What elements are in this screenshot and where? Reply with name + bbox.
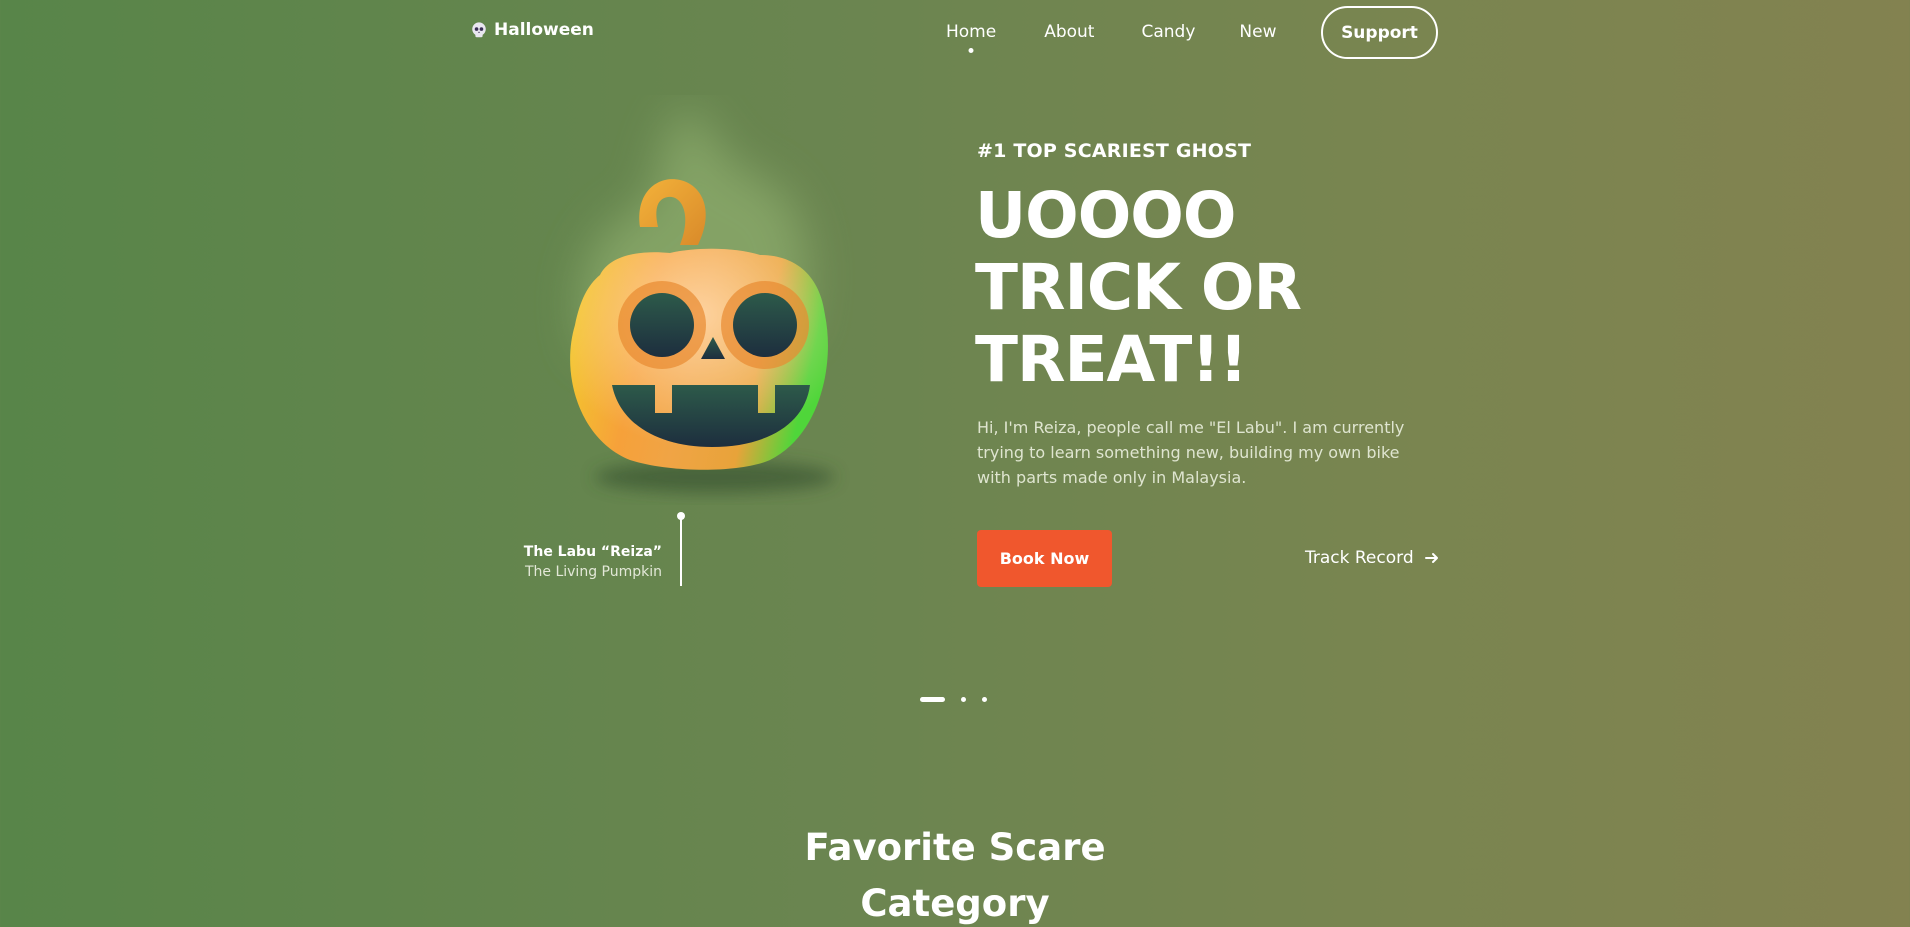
hero-headline: UOOOO TRICK OR TREAT!! bbox=[975, 179, 1302, 396]
skull-icon bbox=[472, 22, 486, 38]
track-record-label: Track Record bbox=[1305, 548, 1414, 568]
caption-subtitle: The Living Pumpkin bbox=[524, 564, 662, 580]
headline-line-1: UOOOO bbox=[975, 179, 1236, 252]
logo-text: Halloween bbox=[494, 20, 594, 40]
hero-image bbox=[520, 95, 880, 505]
top-navbar: Halloween Home About Candy New Support bbox=[0, 0, 1910, 64]
hero-kicker: #1 TOP SCARIEST GHOST bbox=[977, 140, 1252, 162]
section-title-line-1: Favorite Scare bbox=[804, 826, 1106, 869]
section-title-line-2: Category bbox=[860, 882, 1050, 925]
support-button[interactable]: Support bbox=[1321, 6, 1438, 59]
track-record-link[interactable]: Track Record bbox=[1305, 548, 1440, 568]
caption-pointer-line bbox=[680, 516, 682, 586]
book-now-button[interactable]: Book Now bbox=[977, 530, 1112, 587]
slider-pagination bbox=[920, 697, 987, 702]
image-caption: The Labu “Reiza” The Living Pumpkin bbox=[524, 544, 662, 580]
headline-line-2: TRICK OR bbox=[975, 251, 1302, 324]
active-indicator-dot bbox=[968, 48, 974, 53]
jack-o-lantern-icon bbox=[570, 105, 835, 493]
nav-link-home[interactable]: Home bbox=[946, 22, 997, 53]
nav-link-about-label: About bbox=[1044, 22, 1095, 42]
nav-link-new[interactable]: New bbox=[1239, 22, 1276, 42]
caption-name: The Labu “Reiza” bbox=[523, 544, 662, 560]
hero-description: Hi, I'm Reiza, people call me "El Labu".… bbox=[977, 418, 1405, 487]
section-title: Favorite Scare Category bbox=[0, 820, 1910, 927]
arrow-right-icon bbox=[1424, 553, 1438, 563]
logo[interactable]: Halloween bbox=[470, 20, 594, 40]
nav-link-about[interactable]: About bbox=[1044, 22, 1094, 42]
nav-link-home-label: Home bbox=[946, 22, 997, 42]
nav-link-new-label: New bbox=[1239, 22, 1277, 42]
nav-link-candy[interactable]: Candy bbox=[1141, 22, 1195, 42]
nav-link-candy-label: Candy bbox=[1141, 22, 1196, 42]
slider-dot-1[interactable] bbox=[920, 697, 945, 702]
nav-links: Home About Candy New bbox=[946, 22, 1276, 53]
headline-line-3: TREAT!! bbox=[975, 323, 1248, 396]
slider-dot-2[interactable] bbox=[961, 697, 966, 702]
slider-dot-3[interactable] bbox=[982, 697, 987, 702]
